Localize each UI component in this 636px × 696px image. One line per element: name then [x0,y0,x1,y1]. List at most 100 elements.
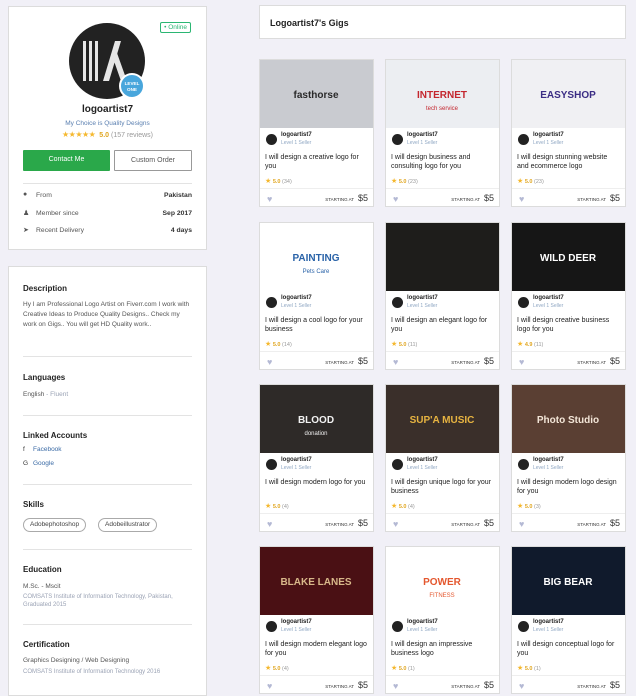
gig-card[interactable]: BLOOD donation logoartist7 Level 1 Seller I … [259,384,374,532]
certification-name: Graphics Designing / Web Designing [23,657,130,664]
gig-rating: ★ 5.0 (4) [391,502,415,510]
gig-thumbnail[interactable]: EASYSHOP [512,60,625,128]
seller-name[interactable]: logoartist7 [533,619,564,625]
divider [260,513,373,514]
divider [23,549,192,550]
gig-title[interactable]: I will design modern logo design for you [517,478,620,496]
divider [23,356,192,357]
seller-level: Level 1 Seller [407,303,438,309]
gig-thumbnail[interactable]: BIG BEAR [512,547,625,615]
star-icon: ★ [517,341,524,348]
gig-thumbnail[interactable]: WILD DEER [512,223,625,291]
starting-at-label: STARTING AT [325,522,354,527]
gig-rating-value: 5.0 [524,504,533,510]
gig-thumbnail[interactable]: fasthorse [260,60,373,128]
rating-summary: ★★★★★ 5.0 (157 reviews) [9,130,206,139]
gig-price: $5 [357,680,368,690]
seller-name[interactable]: logoartist7 [533,295,564,301]
seller-name[interactable]: logoartist7 [281,457,312,463]
education-heading: Education [23,565,62,574]
gig-thumbnail[interactable]: Photo Studio [512,385,625,453]
gig-thumbnail[interactable]: PAINTING Pets Care [260,223,373,291]
seller-name[interactable]: logoartist7 [281,619,312,625]
gig-rating: ★ 5.0 (23) [517,177,544,185]
heart-icon[interactable]: ♥ [519,357,524,367]
gig-rating-value: 4.9 [524,342,533,348]
gig-card[interactable]: WILD DEER logoartist7 Level 1 Seller I will… [511,222,626,370]
gig-title[interactable]: I will design modern logo for you [265,478,368,487]
heart-icon[interactable]: ♥ [393,519,398,529]
gig-card[interactable]: BIG BEAR logoartist7 Level 1 Seller I will … [511,546,626,694]
info-value: 4 days [170,227,192,234]
heart-icon[interactable]: ♥ [267,681,272,691]
gig-title[interactable]: I will design creative business logo for… [517,316,620,334]
gig-thumbnail[interactable]: BLOOD donation [260,385,373,453]
linked-facebook[interactable]: f Facebook [23,446,62,453]
linked-google[interactable]: G Google [23,460,54,467]
gig-title[interactable]: I will design stunning website and ecomm… [517,153,620,171]
heart-icon[interactable]: ♥ [519,681,524,691]
gig-title[interactable]: I will design a cool logo for your busin… [265,316,368,334]
description-text: Hy I am Professional Logo Artist on Five… [23,301,190,328]
gig-rating-count: (1) [534,666,541,672]
gig-card[interactable]: SUP'A MUSIC logoartist7 Level 1 Seller I wi… [385,384,500,532]
gig-card[interactable]: PAINTING Pets Care logoartist7 Level 1 Sell… [259,222,374,370]
gig-thumbnail-text: Photo Studio [537,415,599,426]
facebook-icon: f [23,446,25,453]
seller-name[interactable]: logoartist7 [533,132,564,138]
seller-level: Level 1 Seller [533,627,564,633]
gig-rating-count: (4) [282,504,289,510]
gig-title[interactable]: I will design an elegant logo for you [391,316,494,334]
heart-icon[interactable]: ♥ [393,194,398,204]
heart-icon[interactable]: ♥ [519,519,524,529]
gig-card[interactable]: Photo Studio logoartist7 Level 1 Seller I w… [511,384,626,532]
divider [23,624,192,625]
gig-card[interactable]: logoartist7 Level 1 Seller I will design a… [385,222,500,370]
heart-icon[interactable]: ♥ [267,519,272,529]
star-icon: ★ [265,341,272,348]
divider [386,188,499,189]
contact-me-button[interactable]: Contact Me [23,150,110,171]
education-degree: M.Sc. - Mscit [23,583,61,590]
gig-thumbnail[interactable]: INTERNET tech service [386,60,499,128]
heart-icon[interactable]: ♥ [267,357,272,367]
gig-title[interactable]: I will design conceptual logo for you [517,640,620,658]
gig-thumbnail[interactable]: POWER FITNESS [386,547,499,615]
gig-thumbnail[interactable]: SUP'A MUSIC [386,385,499,453]
gig-thumbnail[interactable] [386,223,499,291]
gig-thumbnail[interactable]: BLAKE LANES [260,547,373,615]
gig-card[interactable]: EASYSHOP logoartist7 Level 1 Seller I will … [511,59,626,207]
gig-card[interactable]: INTERNET tech service logoartist7 Level 1 S… [385,59,500,207]
seller-avatar [392,459,403,470]
heart-icon[interactable]: ♥ [267,194,272,204]
gig-price: $5 [609,193,620,203]
seller-name[interactable]: logoartist7 [533,457,564,463]
heart-icon[interactable]: ♥ [519,194,524,204]
seller-name[interactable]: logoartist7 [407,457,438,463]
gig-title[interactable]: I will design modern elegant logo for yo… [265,640,368,658]
custom-order-button[interactable]: Custom Order [114,150,192,171]
seller-name[interactable]: logoartist7 [407,295,438,301]
level-one-badge: LEVEL ONE [119,73,145,99]
gig-card[interactable]: fasthorse logoartist7 Level 1 Seller I will… [259,59,374,207]
gig-title[interactable]: I will design unique logo for your busin… [391,478,494,496]
gig-title[interactable]: I will design a creative logo for you [265,153,368,171]
star-icon: ★ [391,503,398,510]
heart-icon[interactable]: ♥ [393,681,398,691]
seller-avatar [518,621,529,632]
seller-name[interactable]: logoartist7 [281,132,312,138]
gig-title[interactable]: I will design business and consulting lo… [391,153,494,171]
gig-card[interactable]: POWER FITNESS logoartist7 Level 1 Seller I w… [385,546,500,694]
seller-name[interactable]: logoartist7 [407,132,438,138]
seller-name[interactable]: logoartist7 [407,619,438,625]
gig-thumbnail-text: BLOOD [298,415,334,426]
skill-tag[interactable]: Adobephotoshop [23,518,87,532]
gig-rating-count: (23) [408,179,418,185]
seller-name[interactable]: logoartist7 [281,295,312,301]
gig-card[interactable]: BLAKE LANES logoartist7 Level 1 Seller I wi… [259,546,374,694]
user-icon: ♟ [23,210,30,217]
heart-icon[interactable]: ♥ [393,357,398,367]
skill-tag[interactable]: Adobeillustrator [98,518,158,532]
seller-level: Level 1 Seller [281,465,312,471]
gig-title[interactable]: I will design an impressive business log… [391,640,494,658]
